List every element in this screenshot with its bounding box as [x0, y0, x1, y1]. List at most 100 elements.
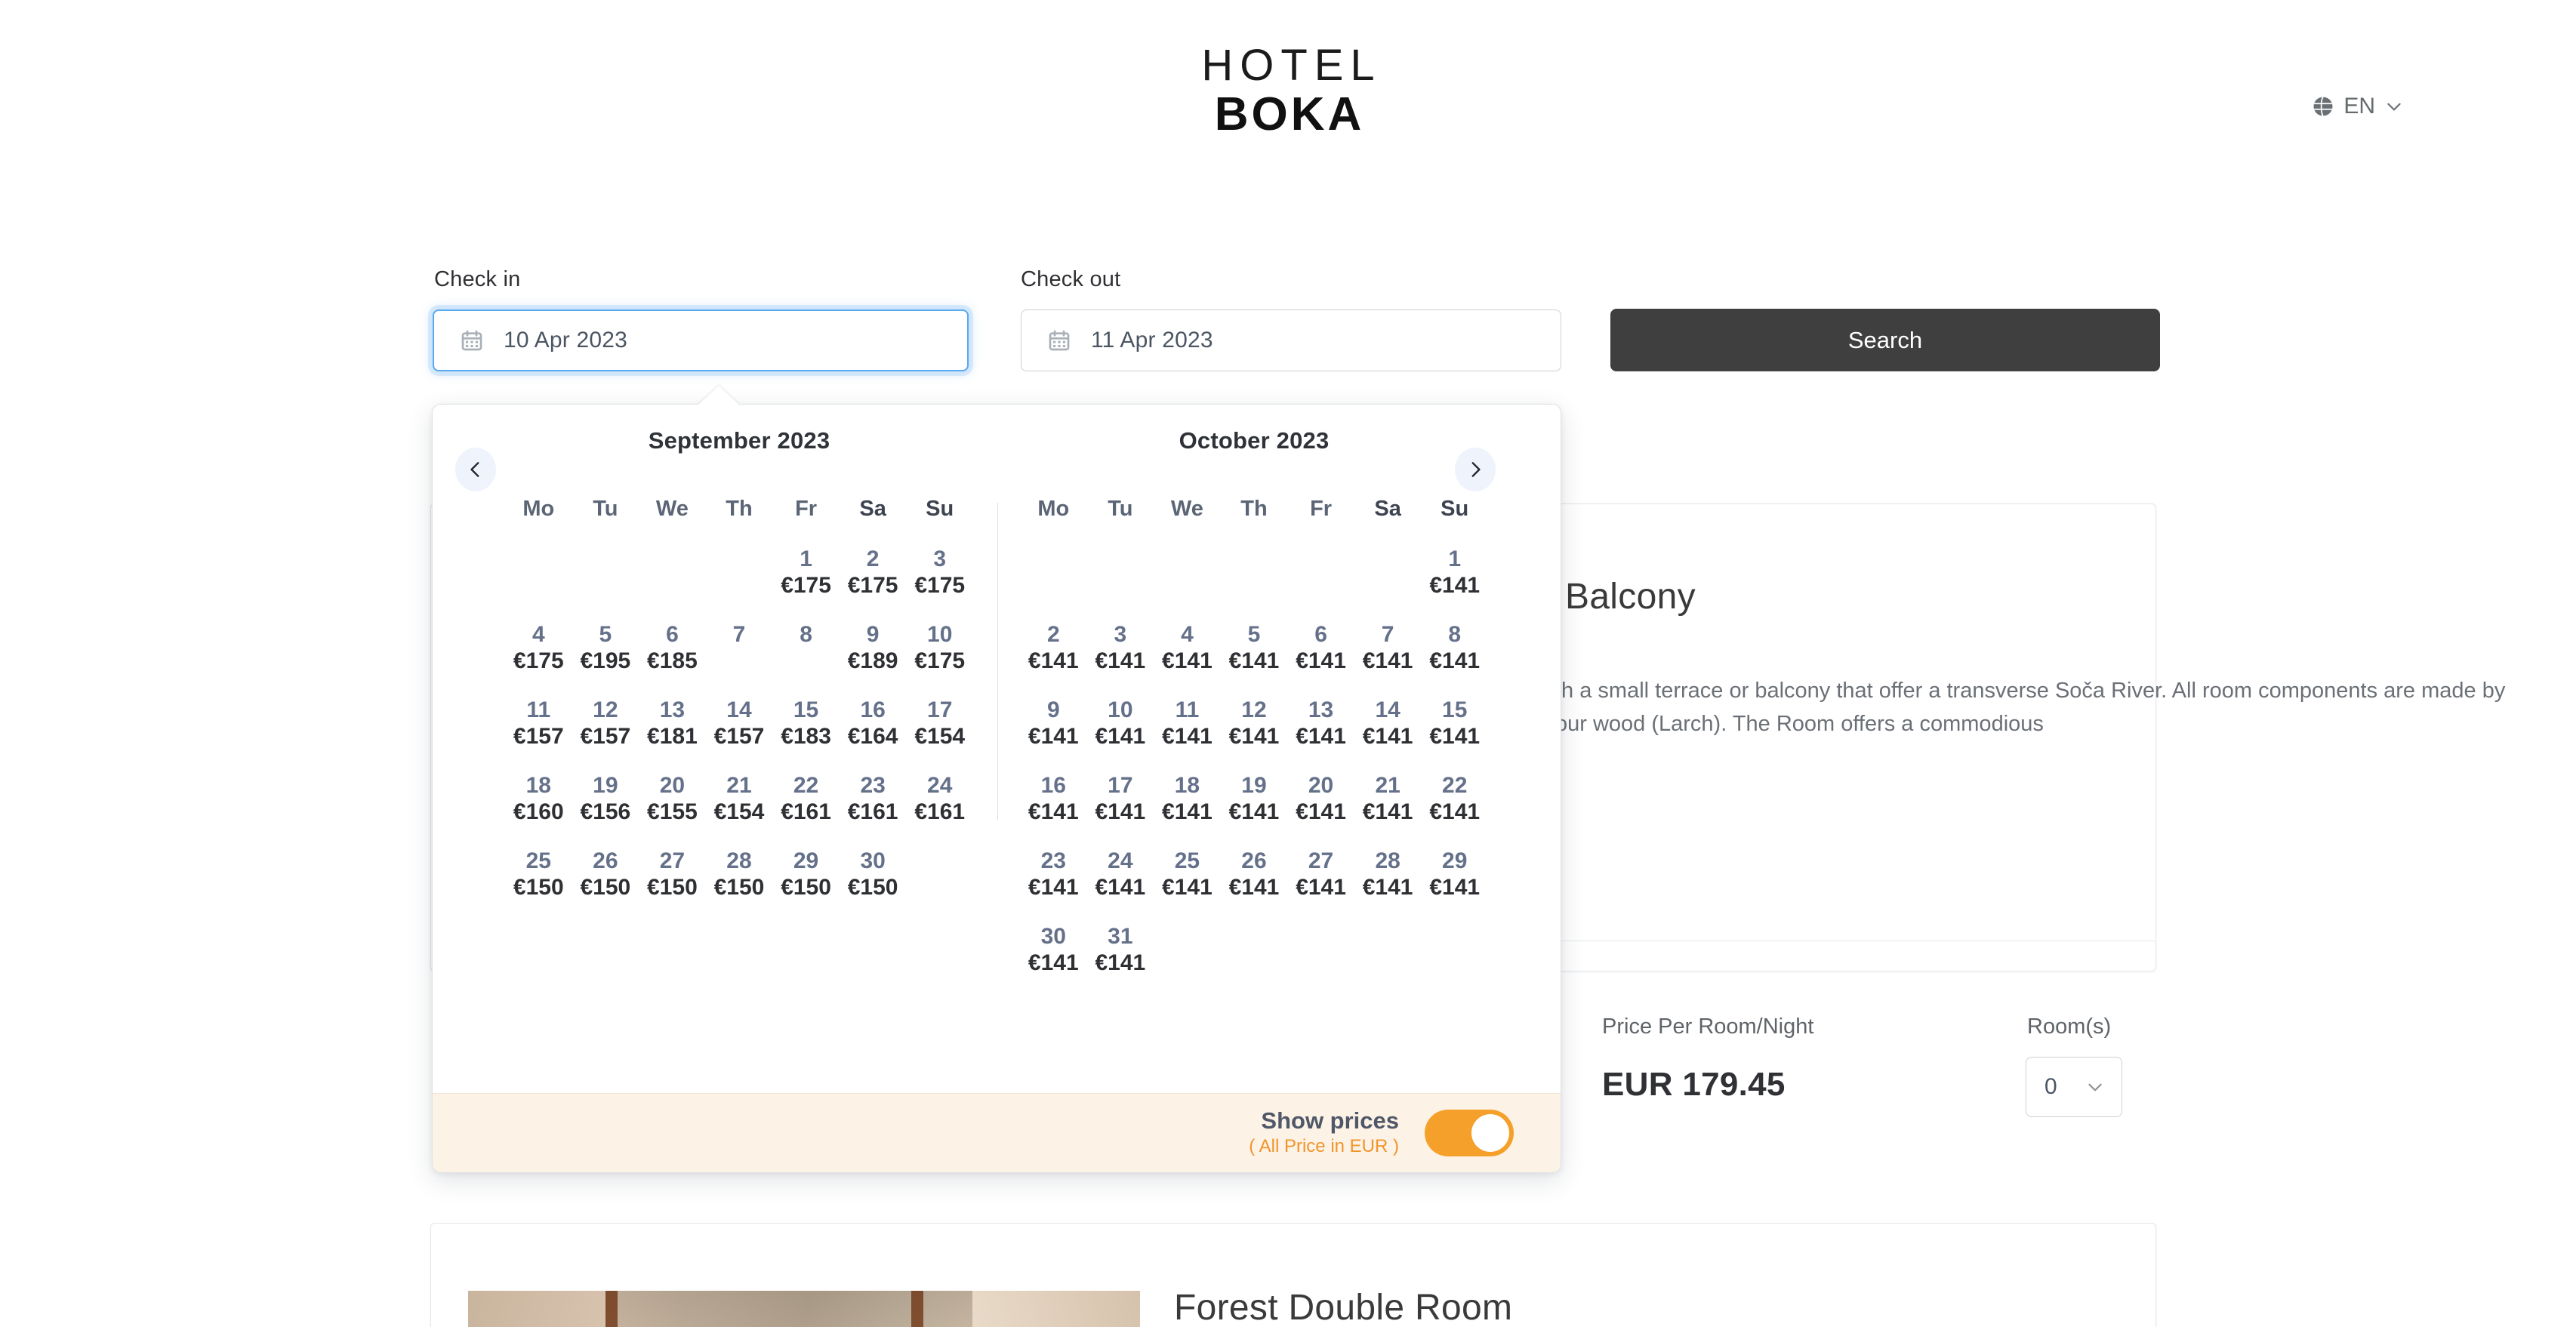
calendar-day[interactable]: 18€141: [1154, 772, 1221, 836]
calendar-day[interactable]: 21€141: [1354, 772, 1422, 836]
calendar-day[interactable]: 22€161: [772, 772, 840, 836]
calendar-day[interactable]: 2€175: [840, 546, 907, 609]
calendar-day-price: €175: [914, 648, 965, 674]
calendar-day[interactable]: 3€175: [906, 546, 973, 609]
calendar-day-number: 5: [599, 621, 612, 648]
weekday-fr: Fr: [772, 497, 840, 522]
calendar-day[interactable]: 28€150: [706, 848, 773, 911]
calendar-day[interactable]: 14€157: [706, 697, 773, 760]
calendar-day[interactable]: 17€154: [906, 697, 973, 760]
checkout-field[interactable]: 11 Apr 2023: [1021, 309, 1561, 371]
calendar-day[interactable]: 13€181: [639, 697, 706, 760]
calendar-day[interactable]: 11€157: [505, 697, 572, 760]
price-value: EUR 179.45: [1602, 1066, 1786, 1104]
calendar-day[interactable]: 23€161: [840, 772, 907, 836]
calendar-day[interactable]: 27€150: [639, 848, 706, 911]
calendar-day[interactable]: 26€141: [1221, 848, 1288, 911]
calendar-day[interactable]: 25€150: [505, 848, 572, 911]
calendar-day-price: €183: [781, 723, 831, 750]
room-title: Forest Double Room: [1174, 1287, 1512, 1327]
calendar-day[interactable]: 16€164: [840, 697, 907, 760]
calendar-day[interactable]: 28€141: [1354, 848, 1422, 911]
calendar-day[interactable]: 29€150: [772, 848, 840, 911]
calendar-day[interactable]: 17€141: [1087, 772, 1154, 836]
calendar-day[interactable]: 7€141: [1354, 621, 1422, 685]
calendar-day[interactable]: 21€154: [706, 772, 773, 836]
room-title: Balcony: [1565, 576, 1696, 617]
weekday-we: We: [639, 497, 706, 522]
calendar-day[interactable]: 29€141: [1421, 848, 1488, 911]
calendar-day[interactable]: 24€141: [1087, 848, 1154, 911]
calendar-day[interactable]: 22€141: [1421, 772, 1488, 836]
calendar-day-price: €141: [1363, 648, 1413, 674]
calendar-day[interactable]: 4€175: [505, 621, 572, 685]
checkout-value: 11 Apr 2023: [1091, 328, 1213, 353]
show-prices-toggle[interactable]: [1425, 1110, 1514, 1156]
calendar-day[interactable]: 1€141: [1421, 546, 1488, 609]
calendar-day[interactable]: 31€141: [1087, 923, 1154, 987]
calendar-day-price: €150: [580, 874, 630, 901]
calendar-day[interactable]: 1€175: [772, 546, 840, 609]
calendar-day[interactable]: 7: [706, 621, 773, 685]
search-button[interactable]: Search: [1610, 309, 2160, 371]
language-label: EN: [2343, 94, 2375, 119]
calendar-day[interactable]: 5€141: [1221, 621, 1288, 685]
calendar-day-price: €141: [1028, 874, 1079, 901]
calendar-day[interactable]: 30€141: [1020, 923, 1087, 987]
weekday-we: We: [1154, 497, 1221, 522]
calendar-day[interactable]: 20€155: [639, 772, 706, 836]
weekday-fr: Fr: [1287, 497, 1354, 522]
calendar-day[interactable]: 8€141: [1421, 621, 1488, 685]
calendar-day[interactable]: 18€160: [505, 772, 572, 836]
calendar-day[interactable]: 27€141: [1287, 848, 1354, 911]
site-logo[interactable]: HOTEL BOKA: [0, 44, 2576, 141]
calendar-day[interactable]: 4€141: [1154, 621, 1221, 685]
calendar-day[interactable]: 25€141: [1154, 848, 1221, 911]
calendar-day-price: €141: [1095, 950, 1145, 976]
calendar-day-price: €154: [714, 799, 765, 825]
calendar-day[interactable]: 10€141: [1087, 697, 1154, 760]
calendar-day[interactable]: 2€141: [1020, 621, 1087, 685]
calendar-day[interactable]: 24€161: [906, 772, 973, 836]
calendar-day-number: 31: [1108, 923, 1132, 950]
calendar-prev-month-button[interactable]: [455, 448, 496, 491]
checkin-value: 10 Apr 2023: [504, 328, 627, 353]
calendar-day[interactable]: 15€183: [772, 697, 840, 760]
calendar-day-price: €161: [848, 799, 898, 825]
calendar-day-number: 12: [593, 697, 618, 723]
calendar-day[interactable]: 12€141: [1221, 697, 1288, 760]
calendar-day[interactable]: 19€156: [572, 772, 639, 836]
calendar-day[interactable]: 10€175: [906, 621, 973, 685]
calendar-day-price: €141: [1095, 648, 1145, 674]
calendar-day-number: 30: [1041, 923, 1066, 950]
calendar-day[interactable]: 16€141: [1020, 772, 1087, 836]
calendar-day-number: 29: [793, 848, 818, 874]
calendar-day[interactable]: 6€185: [639, 621, 706, 685]
calendar-day[interactable]: 26€150: [572, 848, 639, 911]
calendar-day[interactable]: 11€141: [1154, 697, 1221, 760]
calendar-day-grid: 1€1752€1753€175 4€1755€1956€185789€18910€…: [505, 546, 973, 911]
calendar-day-price: €141: [1363, 799, 1413, 825]
calendar-day[interactable]: 3€141: [1087, 621, 1154, 685]
calendar-day[interactable]: 12€157: [572, 697, 639, 760]
calendar-day[interactable]: 20€141: [1287, 772, 1354, 836]
calendar-day[interactable]: 30€150: [840, 848, 907, 911]
calendar-day-empty: [1020, 546, 1087, 609]
calendar-day-number: 24: [927, 772, 952, 799]
language-selector[interactable]: EN: [2312, 94, 2404, 119]
calendar-day[interactable]: 14€141: [1354, 697, 1422, 760]
globe-icon: [2312, 95, 2334, 118]
checkin-field[interactable]: 10 Apr 2023: [433, 309, 969, 371]
calendar-day[interactable]: 13€141: [1287, 697, 1354, 760]
calendar-day[interactable]: 5€195: [572, 621, 639, 685]
rooms-select[interactable]: 0: [2026, 1057, 2122, 1117]
calendar-day-price: €150: [781, 874, 831, 901]
calendar-day[interactable]: 8: [772, 621, 840, 685]
calendar-day[interactable]: 6€141: [1287, 621, 1354, 685]
calendar-day[interactable]: 9€189: [840, 621, 907, 685]
calendar-day-number: 19: [593, 772, 618, 799]
calendar-day[interactable]: 23€141: [1020, 848, 1087, 911]
calendar-day[interactable]: 15€141: [1421, 697, 1488, 760]
calendar-day[interactable]: 19€141: [1221, 772, 1288, 836]
calendar-day[interactable]: 9€141: [1020, 697, 1087, 760]
